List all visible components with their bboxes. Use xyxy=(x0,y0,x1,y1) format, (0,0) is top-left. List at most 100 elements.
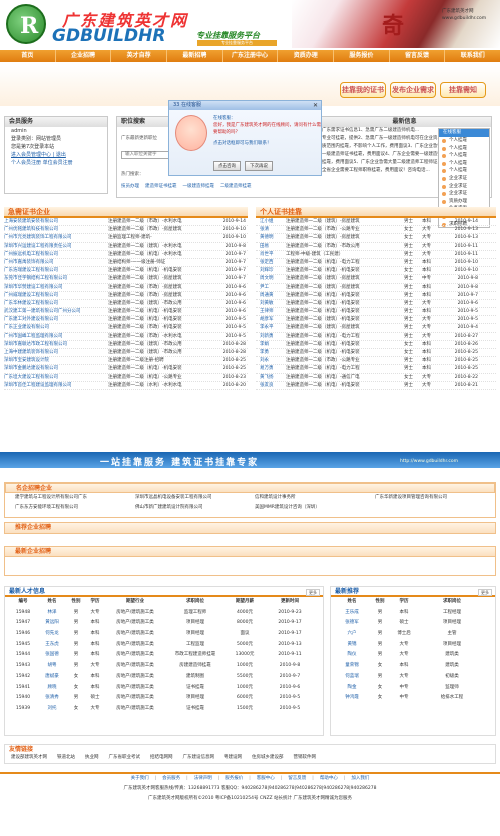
footer-nav-link[interactable]: 客服中心 xyxy=(257,776,275,781)
person-name[interactable]: 李勇 xyxy=(256,349,286,356)
latest-row[interactable]: 王乐成 男 本科 工程经理 xyxy=(331,608,495,619)
company-name[interactable]: 广州振远机电工程有限公司 xyxy=(4,251,108,258)
urgent-company-row[interactable]: 广州振远机电工程有限公司 注册建造师一二级（机电）-水利水电 2010-9-7 xyxy=(4,251,248,259)
hang-certificate-button[interactable]: 挂靠我的证书 xyxy=(340,82,386,98)
talent-row[interactable]: 15942 唐斌豪女 本科 房地产/建筑施工类 建筑制图 5500元 2010-9-7 xyxy=(5,672,323,683)
online-service-item[interactable]: 企业求证 xyxy=(439,175,489,183)
talent-cell[interactable]: 胡粤 xyxy=(37,661,67,672)
member-register-links[interactable]: 个人会员注册 单位会员注册 xyxy=(5,159,107,167)
company-name[interactable]: 上海中建建筑装饰有限公司 xyxy=(4,349,108,356)
nav-contact[interactable]: 联系我们 xyxy=(445,50,500,62)
company-name[interactable]: 广东建工对外建设有限公司 xyxy=(4,316,108,323)
famous-company-link[interactable]: 建学建筑与工程设计所有限公司广东 xyxy=(15,493,135,503)
hot-search-item[interactable]: 一级建造师挂靠 xyxy=(183,183,215,189)
site-logo-icon[interactable]: R xyxy=(6,4,46,44)
latest-cell[interactable]: 童荣锦 xyxy=(335,661,369,672)
person-name[interactable]: 周通黄 xyxy=(256,292,286,299)
latest-row[interactable]: 陶金 女 中专 监理师 xyxy=(331,683,495,694)
person-name[interactable]: 李娟 xyxy=(256,341,286,348)
friend-link[interactable]: 建设部建筑英才网 xyxy=(11,754,47,762)
latest-cell[interactable]: 陶金 xyxy=(335,683,369,694)
personal-cert-row[interactable]: 张清 注册建造师一二级（市政）-公路专业 女士 大专 2010-9-13 xyxy=(256,226,496,235)
personal-cert-row[interactable]: 黄飞扬 注册建造师一二级（机电）-通信广电 女士 大专 2010-8-22 xyxy=(256,374,496,382)
person-name[interactable]: 江小姐 xyxy=(256,218,286,225)
talent-cell[interactable]: 张清秀 xyxy=(37,693,67,704)
footer-nav-link[interactable]: 会员服务 xyxy=(162,776,180,781)
personal-cert-row[interactable]: 李娟 注册建造师一二级（机电）-机电安装 女士 本科 2010-8-26 xyxy=(256,341,496,349)
latest-cell[interactable]: 张德军 xyxy=(335,618,369,629)
talent-row[interactable]: 15939 刘托女 大专 房地产/建筑施工类 证书挂靠 1500元 2010-9-5 xyxy=(5,704,323,715)
person-name[interactable]: 王律师 xyxy=(256,308,286,315)
personal-cert-row[interactable]: 黄德明 注册建造师一二级（建筑）-房屋建筑 女士 大专 2010-9-13 xyxy=(256,234,496,243)
urgent-company-row[interactable]: 广东坦大建设工程有限公司 注册建造师一二级（机电）-公路专业 2010-8-23 xyxy=(4,374,248,382)
talent-row[interactable]: 15940 张清秀男 硕士 房地产/建筑施工类 项目经理 6000元 2010-9-5 xyxy=(5,693,323,704)
popup-consult-button[interactable]: 点击咨询 xyxy=(213,161,241,171)
company-name[interactable]: 广东正业建设有限公司 xyxy=(4,324,108,331)
latest-row[interactable]: 黄锦 男 大专 项目经理 xyxy=(331,640,495,651)
talent-cell[interactable]: 林泽 xyxy=(37,608,67,619)
friend-link[interactable]: 营销软件网 xyxy=(294,754,317,762)
nav-home[interactable]: 首页 xyxy=(0,50,56,62)
talent-row[interactable]: 15948 林泽男 大专 房地产/建筑施工类 监理工程师 4000元 2010-9-23 xyxy=(5,608,323,619)
personal-cert-row[interactable]: 周通黄 注册建造师一二级（机电）-机电安装 男士 本科 2010-9-7 xyxy=(256,292,496,300)
online-service-item[interactable]: 个人挂靠 xyxy=(439,160,489,168)
online-service-item[interactable]: 个人挂靠 xyxy=(439,145,489,153)
urgent-company-row[interactable]: 深圳市宝安建筑设计院 注册建造师一二级注册-招聘 2010-8-25 xyxy=(4,357,248,366)
talent-cell[interactable]: 顾晓 xyxy=(37,683,67,694)
nav-qualification[interactable]: 资质办理 xyxy=(278,50,335,62)
famous-company-link[interactable]: 美国MMR建筑设计咨询（深圳） xyxy=(255,503,375,513)
personal-cert-row[interactable]: 尹工 注册建造师一二级（建筑）-房屋建筑 男士 本科 2010-9-8 xyxy=(256,284,496,292)
person-name[interactable]: 刘新勇 xyxy=(256,333,286,340)
famous-company-link[interactable]: 广东东方安能环境工程有限公司 xyxy=(15,503,135,513)
nav-latest-jobs[interactable]: 最新招聘 xyxy=(167,50,223,62)
personal-cert-row[interactable]: 周文明 注册建造师一二级（建筑）-房屋建筑 男士 中专 2010-9-8 xyxy=(256,275,496,284)
footer-nav-link[interactable]: 法律声明 xyxy=(194,776,212,781)
talent-row[interactable]: 15946 何先龙男 本科 房地产/建筑施工类 项目经理 面议 2010-9-17 xyxy=(5,629,323,640)
person-name[interactable]: 胡彦军 xyxy=(256,316,286,323)
talent-row[interactable]: 15947 黄远阳男 本科 房地产/建筑施工类 项目经理 8000元 2010-9-17 xyxy=(5,618,323,629)
latest-row[interactable]: 陶仪 男 大专 建筑类 xyxy=(331,650,495,661)
personal-cert-row[interactable]: 李勇 注册建造师一二级（机电）-机电安装 女士 本科 2010-8-25 xyxy=(256,349,496,358)
person-name[interactable]: 周文明 xyxy=(256,275,286,282)
personal-cert-row[interactable]: 刘黄敏 注册建造师一二级（机电）-机电安装 男士 大专 2010-9-6 xyxy=(256,300,496,309)
latest-cell[interactable]: 六户 xyxy=(335,629,369,640)
company-name[interactable]: 广州市嘉禹装饰有限公司 xyxy=(4,259,108,266)
urgent-company-row[interactable]: 广东建工对外建设有限公司 注册建造师一二级（机电）-机电安装 2010-9-5 xyxy=(4,316,248,325)
person-name[interactable]: 易万勇 xyxy=(256,365,286,372)
urgent-company-row[interactable]: 上海中建建筑装饰有限公司 注册建造师一二级（建筑）-市政公用 2010-8-28 xyxy=(4,349,248,358)
person-name[interactable]: 刘黄敏 xyxy=(256,300,286,307)
personal-cert-row[interactable]: 肖世平 工程师-中级-建筑（工民建） 男士 大专 2010-9-11 xyxy=(256,251,496,259)
company-name[interactable]: 广东坦大建设工程有限公司 xyxy=(4,374,108,381)
urgent-company-row[interactable]: 广州优铭建筑科技有限公司 注册建造师一二级（市政）-房屋建筑 2010-9-10 xyxy=(4,226,248,235)
talent-cell[interactable]: 张国德 xyxy=(37,650,67,661)
urgent-company-row[interactable]: 广东华林建设工程有限公司 注册建造师一二级（建筑）-市政公用 2010-9-6 xyxy=(4,300,248,309)
latest-row[interactable]: 何蓝瑞 男 大专 初级类 xyxy=(331,672,495,683)
friend-link[interactable]: 执业网 xyxy=(85,754,99,762)
company-name[interactable]: 深圳市华赞建设工程有限公司 xyxy=(4,284,108,291)
friend-link[interactable]: 广东建设信息网 xyxy=(183,754,215,762)
online-service-item[interactable]: 企业求证 xyxy=(439,183,489,191)
person-name[interactable]: 尹工 xyxy=(256,284,286,291)
company-name[interactable]: 广州威瑞建设工程有限公司 xyxy=(4,292,108,299)
company-name[interactable]: 广州市元亮建筑装饰工程有限公司 xyxy=(4,234,108,241)
footer-nav-link[interactable]: 加入我们 xyxy=(351,776,369,781)
person-name[interactable]: 李永平 xyxy=(256,324,286,331)
latest-more-button[interactable]: 更多 xyxy=(478,589,492,596)
company-name[interactable]: 武汉建工第一建筑有限公司广州分公司 xyxy=(4,308,108,315)
company-name[interactable]: 广州市国峰工程监理有限公司 xyxy=(4,333,108,340)
personal-cert-row[interactable]: 易万勇 注册建造师一二级（机电）-电力工程 男士 本科 2010-8-25 xyxy=(256,365,496,374)
urgent-company-row[interactable]: 深圳市华赞建设工程有限公司 注册建造师一二级（市政）-房屋建筑 2010-9-6 xyxy=(4,284,248,292)
talent-cell[interactable]: 何先龙 xyxy=(37,629,67,640)
online-service-item[interactable]: 个人挂靠 xyxy=(439,137,489,145)
personal-cert-row[interactable]: 张定西 注册建造师一二级（机电）-电力工程 男士 本科 2010-9-10 xyxy=(256,259,496,268)
famous-company-link[interactable]: 佛山市新广建建筑设计院有限公司 xyxy=(135,503,255,513)
company-name[interactable]: 广东浩瑞建设工程有限公司 xyxy=(4,267,108,274)
ad-strip-url[interactable]: http://www.gdbuildhr.com xyxy=(400,459,458,464)
person-name[interactable]: 田易 xyxy=(256,243,286,250)
nav-company-jobs[interactable]: 企业招聘 xyxy=(56,50,112,62)
company-name[interactable]: 东莞市佳宇钢结构工程有限公司 xyxy=(4,275,108,282)
nav-pricing[interactable]: 服务报价 xyxy=(334,50,390,62)
personal-cert-row[interactable]: 王律师 注册建造师一二级（机电）-机电安装 男士 本科 2010-9-5 xyxy=(256,308,496,317)
popup-later-button[interactable]: 下次再说 xyxy=(245,161,273,171)
talent-row[interactable]: 15941 顾晓女 本科 房地产/建筑施工类 证书挂靠 1000元 2010-9-6 xyxy=(5,683,323,694)
